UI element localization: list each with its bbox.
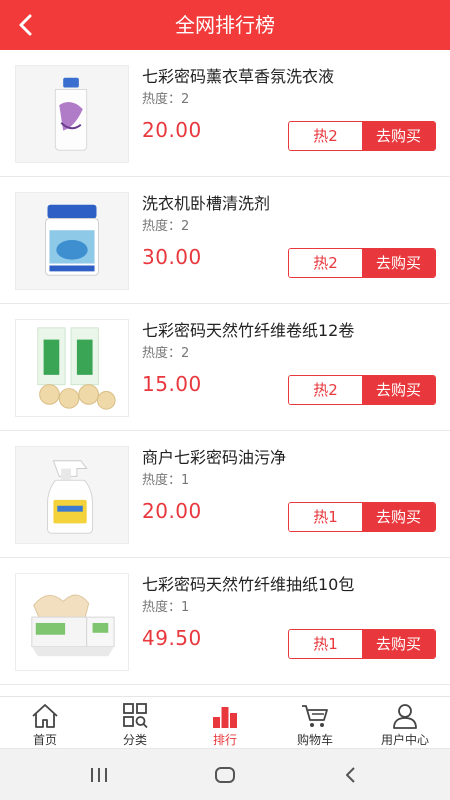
product-price: 15.00 xyxy=(142,372,202,396)
tab-label: 排行 xyxy=(212,733,237,747)
tab-user-center[interactable]: 用户中心 xyxy=(360,697,450,748)
home-icon xyxy=(32,704,58,728)
hot-badge: 热1 xyxy=(289,503,362,531)
product-item[interactable]: 洗衣机卧槽清洗剂 热度：2 30.00 热2 去购买 xyxy=(0,177,450,304)
tab-home[interactable]: 首页 xyxy=(0,697,90,748)
product-name[interactable]: 商户七彩密码油污净 xyxy=(142,444,286,468)
product-image-washer-cleaner[interactable] xyxy=(15,192,129,290)
product-heat: 热度：1 xyxy=(142,600,190,615)
product-heat: 热度：2 xyxy=(142,219,190,234)
action-group: 热1 去购买 xyxy=(288,502,436,532)
tab-label: 首页 xyxy=(32,733,57,747)
action-group: 热2 去购买 xyxy=(288,248,436,278)
ranking-list[interactable]: 七彩密码薰衣草香氛洗衣液 热度：2 20.00 热2 去购买 洗衣机卧槽清洗剂 … xyxy=(0,50,450,696)
buy-button[interactable]: 去购买 xyxy=(362,249,435,277)
product-price: 20.00 xyxy=(142,118,202,142)
buy-button[interactable]: 去购买 xyxy=(362,630,435,658)
buy-button[interactable]: 去购买 xyxy=(362,376,435,404)
tab-ranking[interactable]: 排行 xyxy=(180,697,270,748)
page-title: 全网排行榜 xyxy=(175,13,275,37)
back-button-icon[interactable] xyxy=(339,763,363,787)
product-price: 49.50 xyxy=(142,626,202,650)
product-price: 30.00 xyxy=(142,245,202,269)
buy-button[interactable]: 去购买 xyxy=(362,122,435,150)
hot-badge: 热1 xyxy=(289,630,362,658)
product-name[interactable]: 七彩密码薰衣草香氛洗衣液 xyxy=(142,63,334,87)
tab-category[interactable]: 分类 xyxy=(90,697,180,748)
product-name[interactable]: 七彩密码天然竹纤维卷纸12卷 xyxy=(142,317,354,341)
product-item[interactable]: 七彩密码天然竹纤维抽纸10包 热度：1 49.50 热1 去购买 xyxy=(0,558,450,685)
hot-badge: 热2 xyxy=(289,249,362,277)
action-group: 热2 去购买 xyxy=(288,121,436,151)
cart-icon xyxy=(302,705,328,727)
product-heat: 热度：2 xyxy=(142,346,190,361)
tab-cart[interactable]: 购物车 xyxy=(270,697,360,748)
product-price: 20.00 xyxy=(142,499,202,523)
bottom-tab-bar: 首页 分类 排行 购物车 用户中心 xyxy=(0,696,450,748)
product-image-degreaser-spray[interactable] xyxy=(15,446,129,544)
action-group: 热1 去购买 xyxy=(288,629,436,659)
buy-button[interactable]: 去购买 xyxy=(362,503,435,531)
tab-label: 用户中心 xyxy=(380,733,429,747)
tab-label: 分类 xyxy=(122,733,147,747)
product-name[interactable]: 七彩密码天然竹纤维抽纸10包 xyxy=(142,571,354,595)
product-heat: 热度：1 xyxy=(142,473,190,488)
product-item[interactable]: 七彩密码天然竹纤维卷纸12卷 热度：2 15.00 热2 去购买 xyxy=(0,304,450,431)
user-icon xyxy=(393,704,417,729)
action-group: 热2 去购买 xyxy=(288,375,436,405)
ranking-icon xyxy=(213,707,237,728)
product-image-laundry-detergent[interactable] xyxy=(15,65,129,163)
product-item[interactable]: 商户七彩密码油污净 热度：1 20.00 热1 去购买 xyxy=(0,431,450,558)
system-navigation-bar xyxy=(0,748,450,800)
product-item[interactable]: 七彩密码薰衣草香氛洗衣液 热度：2 20.00 热2 去购买 xyxy=(0,50,450,177)
home-button-icon[interactable] xyxy=(213,763,237,787)
product-name[interactable]: 洗衣机卧槽清洗剂 xyxy=(142,190,270,214)
product-image-tissue-box[interactable] xyxy=(15,573,129,671)
top-bar: 全网排行榜 xyxy=(0,0,450,50)
hot-badge: 热2 xyxy=(289,376,362,404)
tab-label: 购物车 xyxy=(296,733,333,747)
recent-apps-icon[interactable] xyxy=(87,763,111,787)
category-icon xyxy=(123,703,148,729)
product-image-toilet-paper-rolls[interactable] xyxy=(15,319,129,417)
product-heat: 热度：2 xyxy=(142,92,190,107)
hot-badge: 热2 xyxy=(289,122,362,150)
